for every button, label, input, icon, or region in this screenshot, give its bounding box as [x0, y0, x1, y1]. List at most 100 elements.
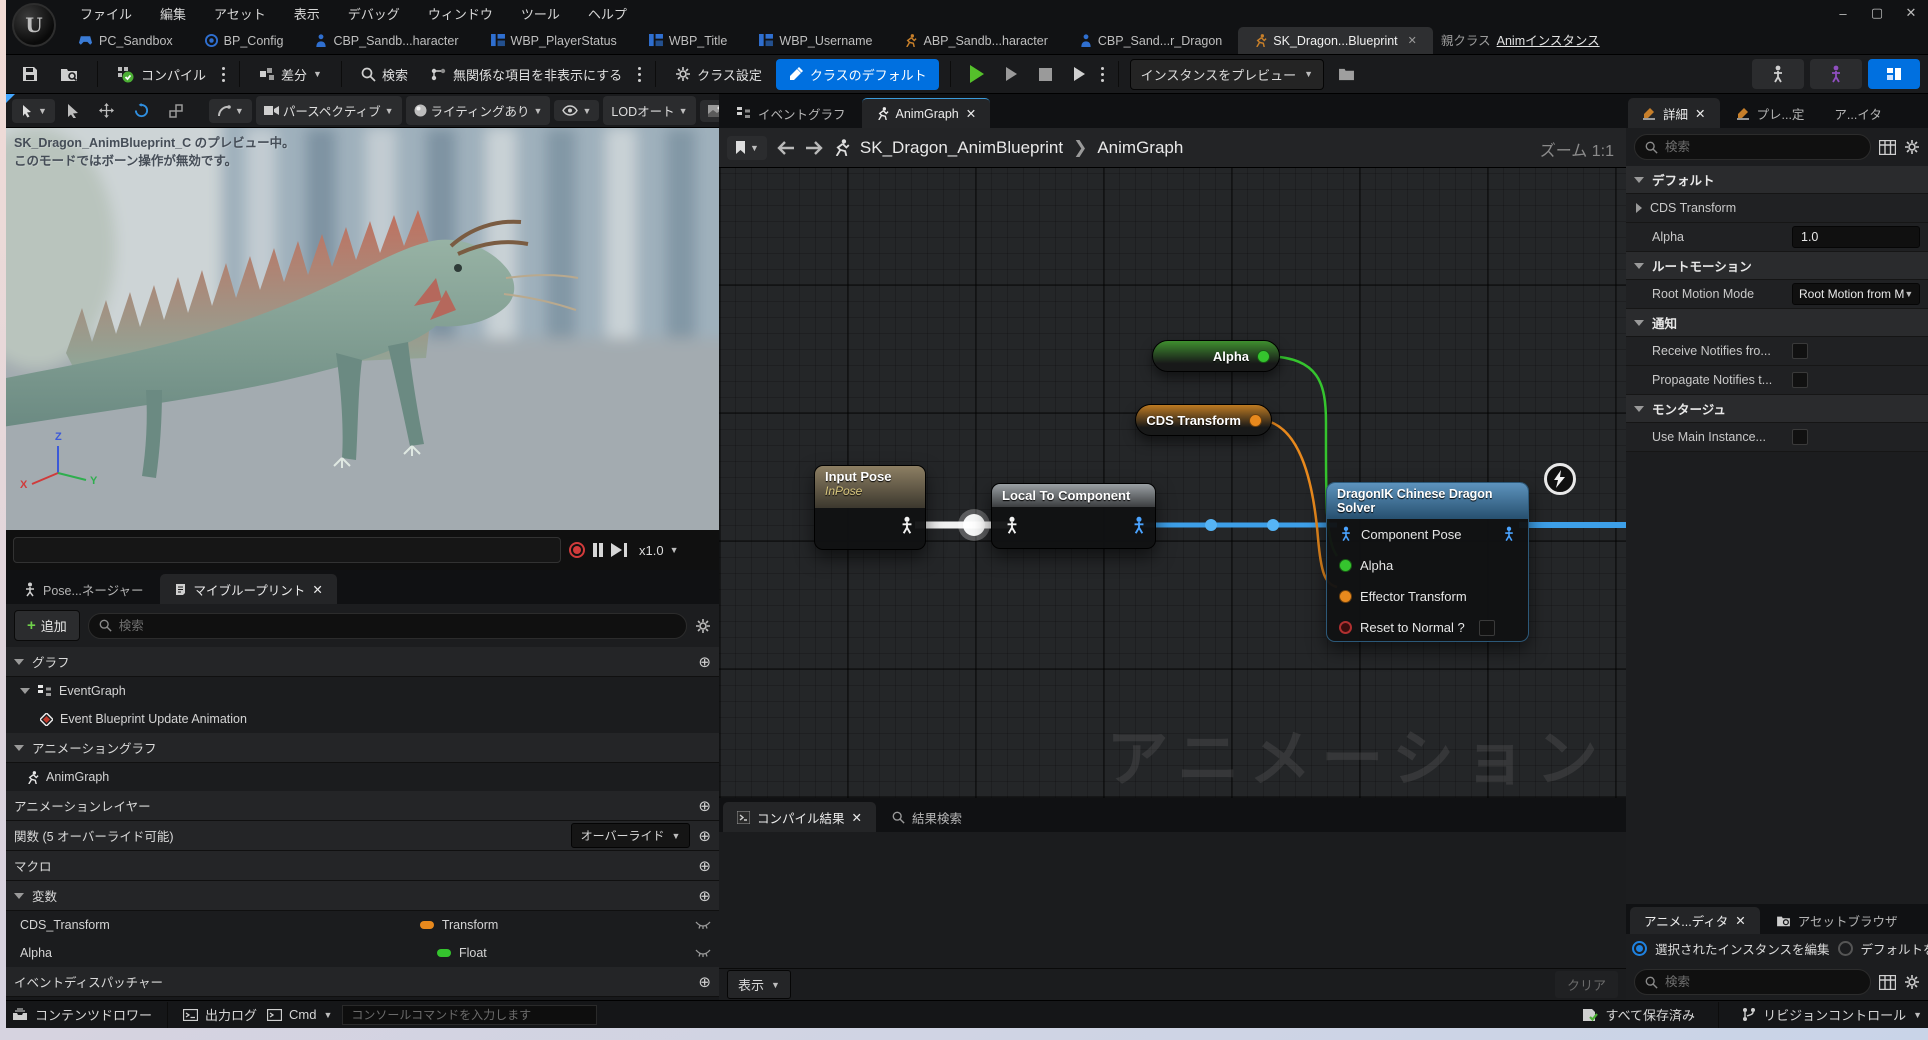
- advance-button[interactable]: [1066, 61, 1093, 87]
- play-options-kebab-icon[interactable]: [1101, 65, 1105, 83]
- show-dropdown[interactable]: 表示 ▼: [727, 970, 791, 999]
- eye-closed-icon[interactable]: [695, 949, 711, 958]
- section-event-dispatchers[interactable]: イベントディスパッチャー ⊕: [6, 967, 719, 997]
- find-button[interactable]: 検索: [353, 59, 416, 90]
- diff-button[interactable]: 差分 ▼: [251, 59, 330, 90]
- tab-cbp-sand-dragon[interactable]: CBP_Sand...r_Dragon: [1064, 27, 1238, 54]
- add-graph-icon[interactable]: ⊕: [698, 653, 711, 671]
- search-input[interactable]: [1665, 975, 1860, 989]
- preview-instance-dropdown[interactable]: インスタンスをプレビュー ▼: [1130, 59, 1324, 90]
- search-input[interactable]: [1665, 140, 1860, 154]
- output-log-button[interactable]: 出力ログ: [183, 1005, 257, 1024]
- tab-compiler-results[interactable]: コンパイル結果 ✕: [723, 802, 876, 832]
- tab-cbp-sandbox-character[interactable]: CBP_Sandb...haracter: [299, 27, 474, 54]
- override-dropdown[interactable]: オーバーライド ▼: [571, 823, 691, 848]
- bookmarks-dropdown[interactable]: ▼: [727, 136, 767, 160]
- viewport-3d-view[interactable]: Z X Y SK_Dragon_AnimBlueprint_C のプレビュー中。…: [6, 128, 719, 530]
- tab-find-results[interactable]: 結果検索: [878, 802, 976, 832]
- expand-icon[interactable]: [1636, 203, 1642, 213]
- parent-class-link[interactable]: Animインスタンス: [1497, 30, 1600, 49]
- tab-abp-sandbox-character[interactable]: ABP_Sandb...haracter: [888, 27, 1063, 54]
- menu-window[interactable]: ウィンドウ: [416, 0, 505, 27]
- property-matrix-icon[interactable]: [1879, 975, 1896, 990]
- revision-control-dropdown[interactable]: リビジョンコントロール ▼: [1742, 1005, 1922, 1024]
- tab-pose-watch-manager[interactable]: Pose...ネージャー: [10, 574, 158, 604]
- tab-animgraph[interactable]: AnimGraph ✕: [862, 98, 991, 128]
- menu-file[interactable]: ファイル: [68, 0, 144, 27]
- breadcrumb-leaf[interactable]: AnimGraph: [1097, 138, 1183, 158]
- compile-button[interactable]: コンパイル: [109, 59, 214, 90]
- viewport-menu-button[interactable]: ▼: [12, 99, 55, 123]
- menu-edit[interactable]: 編集: [148, 0, 198, 27]
- tab-details[interactable]: 詳細 ✕: [1628, 98, 1720, 128]
- scale-tool-button[interactable]: [161, 99, 191, 123]
- snap-button[interactable]: ▼: [209, 99, 252, 123]
- nav-forward-icon[interactable]: [805, 141, 823, 155]
- section-root-motion[interactable]: ルートモーション: [1626, 252, 1928, 280]
- gear-icon[interactable]: [1904, 974, 1920, 990]
- clear-button[interactable]: クリア: [1555, 971, 1618, 998]
- reset-input-pin[interactable]: [1339, 621, 1352, 634]
- pause-button[interactable]: [593, 543, 603, 557]
- section-graphs[interactable]: グラフ ⊕: [6, 647, 719, 677]
- receive-notifies-checkbox[interactable]: [1792, 343, 1808, 359]
- browse-instance-button[interactable]: [1330, 61, 1363, 87]
- content-drawer-button[interactable]: コンテンツドロワー: [12, 1005, 152, 1024]
- compile-options-kebab-icon[interactable]: [222, 65, 226, 83]
- step-frame-button[interactable]: [998, 61, 1025, 87]
- root-motion-mode-dropdown[interactable]: Root Motion from M ▼: [1792, 283, 1920, 305]
- reset-checkbox[interactable]: [1479, 620, 1495, 636]
- effector-input-pin[interactable]: [1339, 590, 1352, 603]
- search-input[interactable]: [119, 619, 676, 633]
- pose-input-pin[interactable]: [1004, 516, 1020, 536]
- menu-asset[interactable]: アセット: [202, 0, 278, 27]
- row-variable-cds-transform[interactable]: CDS_Transform Transform: [6, 911, 719, 939]
- pose-output-pin[interactable]: [899, 516, 915, 536]
- lighting-dropdown[interactable]: ライティングあり ▼: [406, 96, 551, 125]
- tab-preview-settings[interactable]: プレ...定: [1722, 98, 1819, 128]
- add-variable-icon[interactable]: ⊕: [698, 887, 711, 905]
- menu-debug[interactable]: デバッグ: [336, 0, 412, 27]
- close-tab-icon[interactable]: ✕: [312, 582, 322, 597]
- menu-tools[interactable]: ツール: [509, 0, 572, 27]
- row-eventgraph[interactable]: EventGraph: [6, 677, 719, 705]
- edit-selected-radio[interactable]: [1632, 941, 1647, 956]
- close-tab-icon[interactable]: ✕: [1408, 34, 1417, 47]
- add-dispatcher-icon[interactable]: ⊕: [698, 973, 711, 991]
- close-button[interactable]: ✕: [1894, 1, 1928, 25]
- tab-asset-browser[interactable]: アセットブラウザ: [1762, 907, 1912, 934]
- row-animgraph[interactable]: AnimGraph: [6, 763, 719, 791]
- section-animation-graphs[interactable]: アニメーショングラフ: [6, 733, 719, 763]
- row-cds-transform[interactable]: CDS Transform: [1626, 194, 1928, 223]
- unreal-logo-icon[interactable]: U: [12, 3, 56, 47]
- use-main-instance-checkbox[interactable]: [1792, 429, 1808, 445]
- tab-wbp-title[interactable]: WBP_Title: [633, 27, 744, 54]
- class-settings-button[interactable]: クラス設定: [667, 59, 770, 90]
- add-button[interactable]: + 追加: [14, 610, 80, 641]
- gear-icon[interactable]: [1904, 139, 1920, 155]
- save-status-button[interactable]: すべて保存済み: [1582, 1005, 1695, 1024]
- close-tab-icon[interactable]: ✕: [852, 810, 862, 825]
- tab-pc-sandbox[interactable]: PC_Sandbox: [62, 27, 189, 54]
- pose-input-pin[interactable]: [1339, 526, 1353, 543]
- persona-blueprint-button[interactable]: [1868, 59, 1920, 89]
- record-button[interactable]: [569, 542, 585, 558]
- close-tab-icon[interactable]: ✕: [1695, 106, 1705, 121]
- add-macro-icon[interactable]: ⊕: [698, 857, 711, 875]
- node-cds-transform-variable[interactable]: CDS Transform: [1135, 404, 1272, 436]
- select-tool-button[interactable]: [59, 99, 87, 123]
- eye-closed-icon[interactable]: [695, 921, 711, 930]
- persona-mesh-button[interactable]: [1810, 59, 1862, 89]
- close-tab-icon[interactable]: ✕: [966, 106, 976, 121]
- tab-my-blueprint[interactable]: マイブループリント ✕: [160, 574, 337, 604]
- section-variables[interactable]: 変数 ⊕: [6, 881, 719, 911]
- timeline-scrubber[interactable]: [13, 537, 561, 563]
- node-dragonik-solver[interactable]: DragonIK Chinese Dragon Solver Component…: [1326, 482, 1529, 642]
- tab-bp-config[interactable]: BP_Config: [189, 27, 300, 54]
- details-search[interactable]: [1634, 134, 1871, 160]
- alpha-input-pin[interactable]: [1339, 559, 1352, 572]
- save-button[interactable]: [14, 60, 46, 88]
- stop-button[interactable]: [1031, 62, 1060, 87]
- propagate-notifies-checkbox[interactable]: [1792, 372, 1808, 388]
- play-button[interactable]: [962, 59, 992, 89]
